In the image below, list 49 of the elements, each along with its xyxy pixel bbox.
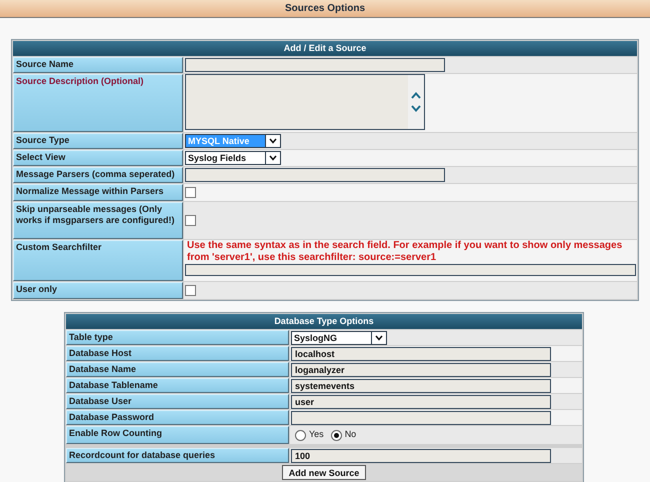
checkbox[interactable] — [185, 187, 196, 198]
radio-button[interactable] — [330, 430, 342, 440]
field-label: Source Type — [16, 135, 70, 146]
table-header: Database Type Options — [66, 314, 582, 329]
field-label: Recordcount for database queries — [69, 450, 216, 461]
scroll-up-icon[interactable] — [411, 92, 421, 99]
field-label: Source Name — [16, 59, 75, 70]
field-label: Source Description (Optional) — [16, 76, 145, 87]
field-label: Table type — [69, 332, 114, 343]
text-field[interactable] — [185, 58, 445, 72]
field-label: User only — [16, 284, 58, 295]
field-label: Message Parsers (comma seperated) — [16, 169, 176, 180]
text-field[interactable]: systemevents — [291, 378, 551, 392]
text-field[interactable]: user — [291, 394, 551, 408]
radio-label: Yes — [309, 428, 324, 442]
text-field[interactable]: localhost — [291, 346, 551, 360]
scroll-down-icon[interactable] — [411, 105, 421, 112]
field-label: Enable Row Counting — [69, 428, 163, 439]
text-area[interactable] — [185, 74, 425, 130]
page-title: Sources Options — [0, 0, 650, 18]
text-field[interactable] — [185, 264, 636, 276]
add-source-button[interactable]: Add new Source — [282, 465, 366, 480]
dropdown-value: MYSQL Native — [186, 135, 265, 147]
field-label: Normalize Message within Parsers — [16, 186, 165, 197]
field-label: Database Tablename — [69, 380, 159, 391]
field-label: Database Password — [69, 412, 156, 423]
checkbox[interactable] — [185, 285, 196, 296]
field-label: Skip unparseable messages (Only works if msgparsers are configured!) — [16, 204, 176, 226]
radio-label: No — [344, 428, 356, 442]
text-field[interactable]: 100 — [291, 448, 551, 462]
field-label: Database Host — [69, 348, 133, 359]
hint-text: Use the same syntax as in the search field. For example if you want to show only messages from 'server1', use this searchfilter: source:=server1 — [186, 240, 624, 264]
table-header: Add / Edit a Source — [13, 41, 637, 56]
checkbox[interactable] — [185, 215, 196, 226]
dropdown[interactable]: Syslog Fields — [185, 151, 281, 165]
text-field[interactable]: loganalyzer — [291, 362, 551, 376]
field-label: Database Name — [69, 364, 138, 375]
dropdown[interactable]: SyslogNG — [291, 330, 387, 344]
text-field[interactable] — [291, 410, 551, 424]
caret-icon — [375, 334, 383, 340]
text-field[interactable] — [185, 168, 445, 182]
dropdown-value: SyslogNG — [293, 332, 338, 344]
dropdown-value: Syslog Fields — [187, 152, 248, 164]
caret-icon — [269, 138, 277, 144]
caret-icon — [269, 155, 277, 161]
field-label: Custom Searchfilter — [16, 242, 103, 253]
radio-button[interactable] — [295, 430, 306, 440]
field-label: Database User — [69, 396, 133, 407]
field-label: Select View — [16, 152, 66, 163]
